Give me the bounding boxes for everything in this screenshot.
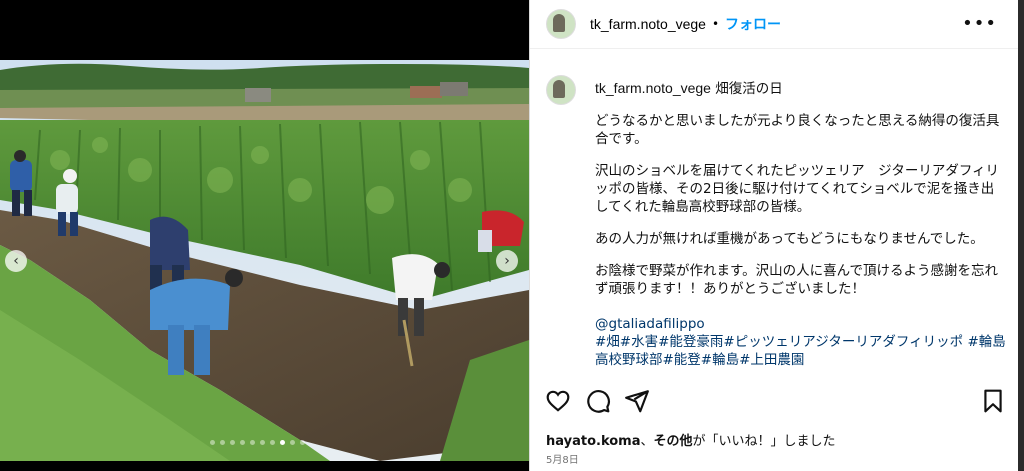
carousel-dot — [250, 440, 255, 445]
post-actions — [530, 380, 1019, 424]
likes-others-link[interactable]: その他 — [654, 434, 693, 449]
carousel-dot — [240, 440, 245, 445]
post-media: ‹ › — [0, 0, 529, 471]
carousel-dot — [230, 440, 235, 445]
caption-paragraph: 沢山のショベルを届けてくれたピッツェリア ジターリアダフィリッポの皆様、その2日… — [595, 163, 1000, 215]
post-username[interactable]: tk_farm.noto_vege — [590, 16, 706, 32]
hashtag-links[interactable]: 高校野球部#能登#輪島#上田農園 — [595, 351, 1007, 369]
bookmark-icon[interactable] — [980, 388, 1006, 414]
mention-link[interactable]: @gtaliadafilippo — [595, 315, 1007, 333]
heart-icon[interactable] — [545, 388, 571, 414]
caption-area: tk_farm.noto_vege 畑復活の日 どうなるかと思いましたが元より良… — [530, 49, 1019, 379]
caption-title: 畑復活の日 — [715, 81, 783, 97]
farm-photo-image — [0, 60, 529, 461]
window-edge — [1018, 0, 1024, 471]
caption-username[interactable]: tk_farm.noto_vege — [595, 80, 711, 96]
comment-icon[interactable] — [585, 388, 611, 414]
carousel-dot — [290, 440, 295, 445]
likes-connector: 、 — [640, 434, 654, 449]
caption-paragraph: どうなるかと思いましたが元より良くなったと思える納得の復活具合です。 — [595, 113, 1000, 147]
post-side-panel: tk_farm.noto_vege • フォロー ••• tk_farm.not… — [529, 0, 1019, 471]
follow-button[interactable]: フォロー — [725, 14, 781, 34]
carousel-dot — [220, 440, 225, 445]
carousel-dot — [270, 440, 275, 445]
more-horizontal-icon[interactable]: ••• — [962, 13, 997, 34]
caption-paragraph: お陰様で野菜が作れます。沢山の人に喜んで頂けるよう感謝を忘れず頑張ります！！あり… — [595, 263, 998, 297]
carousel-dot-active — [280, 440, 285, 445]
caption-paragraph: あの人力が無ければ重機があってもどうにもなりませんでした。 — [595, 231, 984, 247]
caption-avatar[interactable] — [546, 75, 576, 105]
post-header: tk_farm.noto_vege • フォロー ••• — [530, 0, 1019, 49]
caption-text: tk_farm.noto_vege 畑復活の日 どうなるかと思いましたが元より良… — [595, 75, 1007, 369]
likes-summary: hayato.koma、その他が「いいね！」しました — [546, 430, 836, 449]
previous-slide-icon[interactable]: ‹ — [5, 250, 27, 272]
likes-suffix: が「いいね！」しました — [692, 434, 836, 449]
post-date[interactable]: 5月8日 — [546, 451, 579, 466]
share-icon[interactable] — [624, 388, 650, 414]
liker-username[interactable]: hayato.koma — [546, 434, 641, 449]
hashtag-links[interactable]: #畑#水害#能登豪雨#ピッツェリアジターリアダフィリッポ #輪島 — [595, 333, 1007, 351]
separator-dot: • — [711, 17, 720, 31]
post-photo — [0, 60, 529, 461]
carousel-indicator — [210, 440, 305, 445]
avatar[interactable] — [546, 9, 576, 39]
carousel-dot — [300, 440, 305, 445]
carousel-dot — [260, 440, 265, 445]
carousel-dot — [210, 440, 215, 445]
next-slide-icon[interactable]: › — [496, 250, 518, 272]
